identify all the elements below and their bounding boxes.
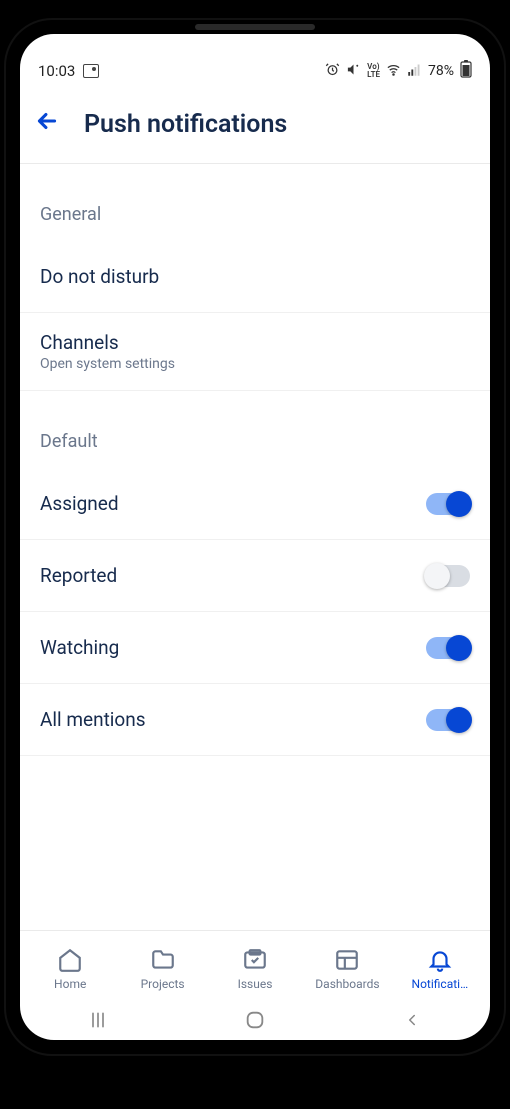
- sys-recent-button[interactable]: [86, 1008, 110, 1032]
- alarm-icon: [325, 62, 340, 81]
- app-header: Push notifications: [20, 90, 490, 164]
- nav-notifications-label: Notificati…: [412, 977, 469, 991]
- mute-icon: [346, 62, 361, 81]
- assigned-label: Assigned: [40, 492, 119, 515]
- nav-dashboards[interactable]: Dashboards: [301, 947, 393, 991]
- status-bar: 10:03 Vo)LTE 78%: [20, 52, 490, 90]
- row-reported[interactable]: Reported: [20, 540, 490, 612]
- dnd-label: Do not disturb: [40, 265, 159, 288]
- volte-icon: Vo)LTE: [367, 63, 380, 79]
- battery-percent: 78%: [428, 63, 454, 79]
- battery-icon: [460, 60, 472, 82]
- sys-home-button[interactable]: [243, 1008, 267, 1032]
- home-icon: [57, 947, 83, 973]
- bottom-nav: Home Projects Issues Dashboards Notifica…: [20, 930, 490, 1000]
- back-icon[interactable]: [34, 108, 60, 141]
- nav-issues[interactable]: Issues: [209, 947, 301, 991]
- page-title: Push notifications: [84, 110, 287, 139]
- row-mentions[interactable]: All mentions: [20, 684, 490, 756]
- channels-sublabel: Open system settings: [40, 356, 175, 372]
- system-nav: [20, 1000, 490, 1040]
- assigned-toggle[interactable]: [426, 493, 470, 515]
- mentions-toggle[interactable]: [426, 709, 470, 731]
- status-time: 10:03: [38, 62, 75, 80]
- watching-toggle[interactable]: [426, 637, 470, 659]
- channels-label: Channels: [40, 331, 175, 354]
- nav-home[interactable]: Home: [24, 947, 116, 991]
- issues-icon: [242, 947, 268, 973]
- row-dnd[interactable]: Do not disturb: [20, 241, 490, 313]
- sys-back-button[interactable]: [400, 1008, 424, 1032]
- reported-label: Reported: [40, 564, 117, 587]
- watching-label: Watching: [40, 636, 119, 659]
- nav-projects[interactable]: Projects: [116, 947, 208, 991]
- nav-dashboards-label: Dashboards: [315, 977, 379, 991]
- bell-icon: [427, 947, 453, 973]
- dashboard-icon: [334, 947, 360, 973]
- nav-notifications[interactable]: Notificati…: [394, 947, 486, 991]
- wifi-icon: [386, 62, 401, 81]
- reported-toggle[interactable]: [426, 565, 470, 587]
- row-watching[interactable]: Watching: [20, 612, 490, 684]
- nav-issues-label: Issues: [238, 977, 273, 991]
- screenshot-icon: [83, 64, 99, 78]
- folder-icon: [150, 947, 176, 973]
- section-general: General: [20, 164, 490, 241]
- row-channels[interactable]: Channels Open system settings: [20, 313, 490, 391]
- signal-icon: [407, 62, 422, 81]
- nav-home-label: Home: [54, 977, 86, 991]
- mentions-label: All mentions: [40, 708, 146, 731]
- nav-projects-label: Projects: [141, 977, 185, 991]
- row-assigned[interactable]: Assigned: [20, 468, 490, 540]
- section-default: Default: [20, 391, 490, 468]
